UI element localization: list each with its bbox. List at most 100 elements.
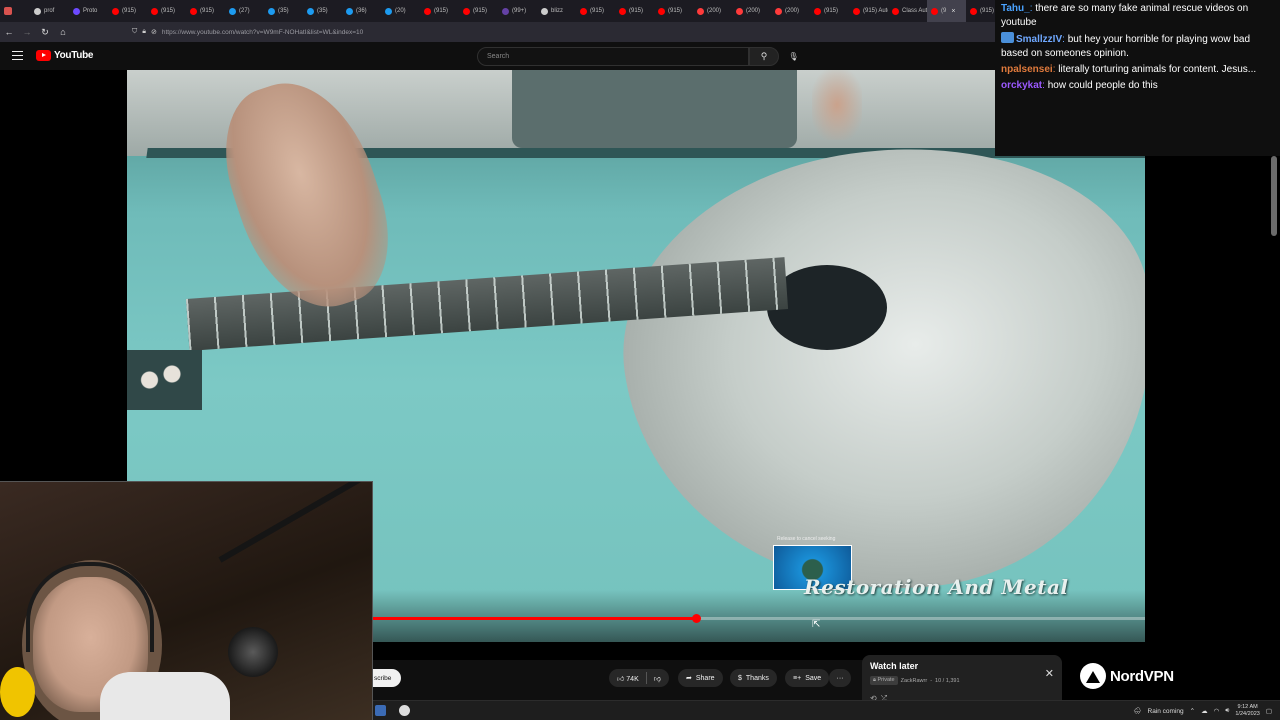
tab-favicon-icon [229, 7, 236, 15]
browser-tab[interactable]: prof [30, 0, 69, 22]
tab-favicon-icon [502, 7, 509, 15]
chat-message: SmallzzIV: but hey your horrible for pla… [1001, 32, 1274, 61]
tab-favicon-icon [658, 7, 665, 15]
notification-icon[interactable]: ▢ [1266, 707, 1272, 715]
playlist-owner[interactable]: ZackRawrr [901, 678, 928, 684]
browser-menu-button[interactable] [0, 0, 30, 22]
more-actions-button[interactable]: ··· [829, 669, 851, 687]
video-overlay-text: Restoration And Metal [804, 575, 1069, 599]
browser-tab[interactable]: (915) [810, 0, 849, 22]
thanks-label: Thanks [745, 674, 769, 682]
tab-title: (915) [980, 8, 995, 14]
seek-preview-label: Release to cancel seeking [777, 536, 836, 542]
thanks-button[interactable]: $ Thanks [730, 669, 777, 687]
webcam-headset [26, 562, 154, 652]
chat-username[interactable]: orckykat [1001, 80, 1042, 91]
browser-tab[interactable]: (200) [693, 0, 732, 22]
app-taskbar-icon[interactable] [399, 705, 410, 716]
tab-favicon-icon [151, 7, 158, 15]
browser-tab[interactable]: (915) [147, 0, 186, 22]
chat-message: npalsensei: literally torturing animals … [1001, 63, 1274, 77]
forward-icon[interactable]: → [18, 22, 36, 42]
browser-tab[interactable]: (915) [576, 0, 615, 22]
browser-tab[interactable]: (200) [732, 0, 771, 22]
tab-favicon-icon [814, 7, 821, 15]
tab-title: (35) [278, 8, 289, 14]
share-button[interactable]: ➦ Share [678, 669, 723, 687]
playlist-sep: - [930, 677, 933, 684]
browser-tab[interactable]: (27) [225, 0, 264, 22]
browser-tab[interactable]: (99+) [498, 0, 537, 22]
tab-favicon-icon [34, 7, 41, 15]
chat-username[interactable]: SmallzzIV [1016, 34, 1062, 45]
browser-tab[interactable]: (20) [381, 0, 420, 22]
search-button[interactable]: ⚲ [749, 47, 779, 66]
save-icon: ≡+ [793, 674, 802, 682]
network-icon[interactable]: ☁ [1201, 707, 1208, 715]
clock-time: 9:12 AM [1237, 704, 1258, 710]
browser-tab[interactable]: (915) [108, 0, 147, 22]
browser-tab[interactable]: (915) [459, 0, 498, 22]
browser-tab[interactable]: (35) [264, 0, 303, 22]
browser-tab[interactable]: (9 × [927, 0, 966, 22]
browser-tab[interactable]: (35) [303, 0, 342, 22]
search-input[interactable]: Search [477, 47, 749, 66]
tab-title: prof [44, 8, 55, 14]
webcam-mic-arm [218, 482, 369, 563]
tab-favicon-icon [112, 7, 119, 15]
microphone-icon[interactable]: 🎙︎ [786, 49, 801, 64]
like-button[interactable]: 👍︎ 74K [617, 674, 639, 683]
hamburger-menu-icon[interactable] [12, 51, 23, 60]
progress-scrubber[interactable] [691, 614, 701, 623]
chat-text: literally torturing animals for content.… [1058, 64, 1257, 75]
page-scrollbar[interactable] [1271, 156, 1277, 236]
browser-tab[interactable]: (915) [420, 0, 459, 22]
mouse-cursor-icon: ⇱ [812, 619, 821, 630]
clock[interactable]: 9:12 AM 1/24/2023 [1235, 704, 1259, 718]
tab-favicon-icon [190, 7, 197, 15]
reload-icon[interactable]: ↻ [36, 22, 54, 42]
video-person-torso [512, 70, 797, 148]
tray-chevron-icon[interactable]: ⌃ [1190, 707, 1195, 715]
tab-favicon-icon [775, 7, 782, 15]
chat-username[interactable]: Tahu_ [1001, 3, 1030, 14]
save-label: Save [805, 674, 822, 682]
subscribe-button[interactable]: scribe [373, 669, 401, 687]
browser-tab[interactable]: (36) [342, 0, 381, 22]
browser-tab[interactable]: Class Autom [888, 0, 927, 22]
volume-icon[interactable]: 🔊︎ [1225, 707, 1229, 715]
browser-tab[interactable]: (915) [654, 0, 693, 22]
tab-title: (915) [629, 8, 644, 14]
tab-favicon-icon [697, 7, 704, 15]
browser-tab[interactable]: (915) [615, 0, 654, 22]
file-explorer-icon[interactable] [375, 705, 386, 716]
shield-icon: ⛉ [132, 28, 138, 35]
navigation-bar: ← → ↻ ⌂ ⛉ 🔒︎ ⊘ https://www.youtube.com/w… [0, 22, 995, 42]
tab-favicon-icon [463, 7, 470, 15]
browser-tab[interactable]: blizz [537, 0, 576, 22]
browser-tab[interactable]: (915) Autom [849, 0, 888, 22]
like-separator [645, 672, 647, 684]
dislike-button[interactable]: 👎︎ [654, 674, 661, 683]
youtube-logo[interactable]: YouTube [36, 50, 94, 61]
browser-tab[interactable]: (200) [771, 0, 810, 22]
chat-username[interactable]: npalsensei [1001, 64, 1053, 75]
tab-title: (915) [434, 8, 449, 14]
tab-close-icon[interactable]: × [951, 8, 955, 15]
playlist-title[interactable]: Watch later [870, 661, 1054, 671]
windows-taskbar: 🌧︎ Rain coming ⌃ ☁ ◠ 🔊︎ 9:12 AM 1/24/2023… [373, 700, 1280, 720]
address-bar[interactable]: ⛉ 🔒︎ ⊘ https://www.youtube.com/watch?v=W… [132, 25, 832, 39]
weather-text[interactable]: Rain coming [1148, 708, 1184, 715]
home-icon[interactable]: ⌂ [54, 22, 72, 42]
wifi-icon[interactable]: ◠ [1214, 707, 1220, 715]
close-icon[interactable]: ✕ [1045, 667, 1054, 680]
save-button[interactable]: ≡+ Save [785, 669, 830, 687]
tab-favicon-icon [73, 7, 80, 15]
back-icon[interactable]: ← [0, 22, 18, 42]
progress-bar[interactable] [373, 614, 1145, 623]
tab-title: (9 [941, 8, 947, 14]
browser-tab[interactable]: Proto [69, 0, 108, 22]
like-dislike-group: 👍︎ 74K 👎︎ [609, 669, 669, 687]
tab-title: (27) [239, 8, 250, 14]
browser-tab[interactable]: (915) [186, 0, 225, 22]
